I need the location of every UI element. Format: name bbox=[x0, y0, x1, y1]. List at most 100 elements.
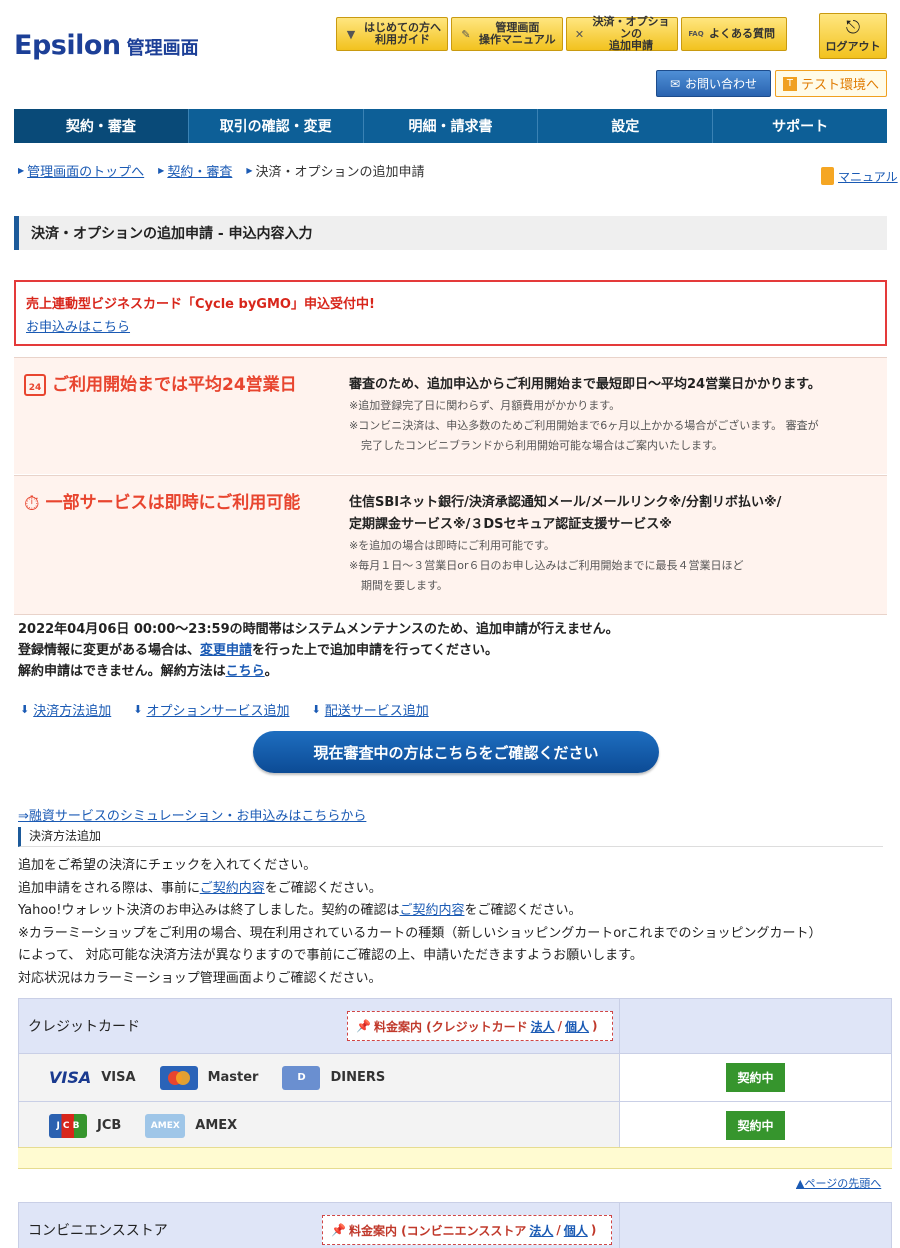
info-detail: 審査のため、追加申込からご利用開始まで最短即日～平均24営業日かかります。 ※追… bbox=[347, 358, 887, 474]
diners-logo-icon: D bbox=[282, 1065, 321, 1090]
notice-title: 売上連動型ビジネスカード「Cycle byGMO」申込受付中! bbox=[26, 297, 375, 312]
down-arrow-icon: ⬇ bbox=[311, 703, 321, 716]
cancellation-method-link[interactable]: こちら bbox=[226, 664, 265, 679]
breadcrumb-top-link[interactable]: 管理画面のトップへ bbox=[27, 161, 144, 180]
table-header: コンビニエンスストア 📌 料金案内 (コンビニエンスストア 法人 / 個人 ) bbox=[19, 1203, 891, 1248]
logout-label: ログアウト bbox=[825, 40, 881, 53]
nav-statements[interactable]: 明細・請求書 bbox=[364, 109, 539, 143]
header-right-cell bbox=[620, 1203, 891, 1248]
brand-name: JCB bbox=[97, 1118, 122, 1133]
nav-contract-review[interactable]: 契約・審査 bbox=[14, 109, 189, 143]
contact-label: お問い合わせ bbox=[685, 77, 758, 91]
breadcrumb-item[interactable]: ▶ 管理画面のトップへ bbox=[18, 161, 144, 180]
convenience-title: コンビニエンスストア bbox=[28, 1223, 168, 1239]
faq-button[interactable]: FAQ よくある質問 bbox=[681, 17, 787, 51]
nav-transactions[interactable]: 取引の確認・変更 bbox=[189, 109, 364, 143]
status-badge: 契約中 bbox=[726, 1111, 785, 1140]
info-note: ※毎月１日～３営業日or６日のお申し込みはご利用開始までに最長４営業日ほど bbox=[349, 559, 744, 572]
manual-link[interactable]: マニュアル bbox=[821, 167, 898, 185]
nav-support[interactable]: サポート bbox=[713, 109, 887, 143]
info-note: ※追加登録完了日に関わらず、月額費用がかかります。 bbox=[349, 399, 621, 412]
logout-button[interactable]: ⎋ ログアウト bbox=[819, 13, 887, 59]
amex-logo-icon: AMEX bbox=[145, 1113, 186, 1138]
page-title: 決済・オプションの追加申請 - 申込内容入力 bbox=[14, 216, 887, 250]
info-detail-title: 審査のため、追加申込からご利用開始まで最短即日～平均24営業日かかります。 bbox=[349, 377, 821, 392]
page-top-link[interactable]: ▲ページの先頭へ bbox=[796, 1175, 881, 1191]
price-close: ) bbox=[592, 1019, 598, 1033]
breadcrumb-contract-link[interactable]: 契約・審査 bbox=[167, 161, 232, 180]
mastercard-logo-icon bbox=[159, 1065, 198, 1090]
breadcrumb-arrow-icon: ▶ bbox=[18, 166, 25, 175]
table-footer-stripe bbox=[18, 1147, 892, 1169]
price-corporate-link[interactable]: 法人 bbox=[529, 1222, 553, 1239]
calendar-icon: 24 bbox=[24, 374, 46, 396]
test-env-button[interactable]: T テスト環境へ bbox=[775, 70, 887, 97]
faq-label: よくある質問 bbox=[709, 27, 775, 40]
help-buttons: ▼ はじめての方へ 利用ガイド ✎ 管理画面 操作マニュアル ✕ 決済・オプショ… bbox=[336, 16, 787, 52]
brand-name: AMEX bbox=[195, 1118, 238, 1133]
change-request-link[interactable]: 変更申請 bbox=[200, 643, 252, 658]
notice-link[interactable]: お申込みはこちら bbox=[26, 316, 875, 335]
info-note: ※コンビニ決済は、申込多数のためご利用開始まで6ヶ月以上かかる場合がございます。… bbox=[349, 419, 819, 432]
table-header: クレジットカード 📌 料金案内 (クレジットカード 法人 / 個人 ) bbox=[19, 999, 891, 1053]
manual-button[interactable]: ✎ 管理画面 操作マニュアル bbox=[451, 17, 563, 51]
campaign-notice: 売上連動型ビジネスカード「Cycle byGMO」申込受付中! お申込みはこちら bbox=[14, 280, 887, 346]
finance-service-link[interactable]: ⇒融資サービスのシミュレーション・お申込みはこちらから bbox=[18, 805, 366, 824]
desc-line: ※カラーミーショップをご利用の場合、現在利用されているカートの種類（新しいショッ… bbox=[18, 925, 822, 941]
breadcrumb: ▶ 管理画面のトップへ ▶ 契約・審査 ▶ 決済・オプションの追加申請 bbox=[18, 161, 425, 180]
down-arrow-icon: ⬇ bbox=[133, 703, 143, 716]
section-heading: 決済方法追加 bbox=[18, 827, 883, 847]
text: をご確認ください。 bbox=[264, 880, 382, 896]
price-guide-label: 料金案内 (クレジットカード bbox=[373, 1019, 528, 1034]
info-box-start-time: 24 ご利用開始までは平均24営業日 審査のため、追加申込からご利用開始まで最短… bbox=[14, 357, 887, 474]
anchor-delivery-service[interactable]: ⬇ 配送サービス追加 bbox=[311, 700, 428, 719]
pin-icon: 📌 bbox=[356, 1019, 371, 1033]
epsilon-logo[interactable]: Epsilon 管理画面 bbox=[14, 30, 199, 61]
contact-button[interactable]: ✉ お問い合わせ bbox=[656, 70, 771, 97]
contract-details-link[interactable]: ご契約内容 bbox=[399, 903, 464, 918]
info-detail: 住信SBIネット銀行/決済承認通知メール/メールリンク※/分割リボ払い※/ 定期… bbox=[347, 476, 887, 614]
info-detail-title: 定期課金サービス※/３DSセキュア認証支援サービス※ bbox=[349, 517, 672, 532]
logo-mark: Epsilon bbox=[14, 30, 121, 61]
tools-icon: ✕ bbox=[574, 27, 585, 41]
text: をご確認ください。 bbox=[464, 903, 582, 918]
anchor-label[interactable]: 決済方法追加 bbox=[33, 700, 111, 719]
text: 登録情報に変更がある場合は、 bbox=[18, 643, 201, 658]
nav-settings[interactable]: 設定 bbox=[538, 109, 714, 143]
credit-card-title: クレジットカード bbox=[28, 1019, 140, 1035]
brand-cell: J C B JCB AMEX AMEX bbox=[19, 1102, 620, 1149]
review-status-button[interactable]: 現在審査中の方はこちらをご確認ください bbox=[253, 731, 659, 773]
manual-link-label[interactable]: マニュアル bbox=[838, 168, 898, 185]
guide-button[interactable]: ▼ はじめての方へ 利用ガイド bbox=[336, 17, 448, 51]
maintenance-line: 2022年04月06日 00:00～23:59の時間帯はシステムメンテナンスのた… bbox=[18, 622, 619, 637]
credit-card-table: クレジットカード 📌 料金案内 (クレジットカード 法人 / 個人 ) VISA… bbox=[18, 998, 892, 1150]
maintenance-line: 登録情報に変更がある場合は、変更申請を行った上で追加申請を行ってください。 bbox=[18, 640, 619, 661]
guide-label: はじめての方へ 利用ガイド bbox=[364, 21, 441, 46]
price-guide-label: 料金案内 (コンビニエンスストア bbox=[348, 1223, 527, 1238]
breadcrumb-item[interactable]: ▶ 契約・審査 bbox=[158, 161, 232, 180]
faq-icon: FAQ bbox=[688, 30, 704, 38]
text: Yahoo!ウォレット決済のお申込みは終了しました。契約の確認は bbox=[18, 903, 400, 918]
info-note: 期間を要します。 bbox=[361, 579, 448, 592]
anchor-payment-method[interactable]: ⬇ 決済方法追加 bbox=[20, 700, 111, 719]
anchor-option-service[interactable]: ⬇ オプションサービス追加 bbox=[133, 700, 289, 719]
status-cell: 契約中 bbox=[620, 1054, 891, 1101]
table-row: J C B JCB AMEX AMEX 契約中 bbox=[19, 1101, 891, 1149]
add-application-button[interactable]: ✕ 決済・オプションの 追加申請 bbox=[566, 16, 678, 52]
anchor-label[interactable]: オプションサービス追加 bbox=[146, 700, 289, 719]
maintenance-line: 解約申請はできません。解約方法はこちら。 bbox=[18, 661, 619, 682]
contract-details-link[interactable]: ご契約内容 bbox=[200, 881, 265, 896]
brand-cell: VISA VISA Master D DINERS bbox=[19, 1054, 620, 1101]
price-individual-link[interactable]: 個人 bbox=[564, 1222, 588, 1239]
table-row: VISA VISA Master D DINERS 契約中 bbox=[19, 1053, 891, 1101]
anchor-label[interactable]: 配送サービス追加 bbox=[325, 700, 429, 719]
text: を行った上で追加申請を行ってください。 bbox=[252, 643, 498, 658]
header-right-cell bbox=[620, 999, 891, 1053]
info-heading-text: 一部サービスは即時にご利用可能 bbox=[45, 493, 301, 513]
desc-line: Yahoo!ウォレット決済のお申込みは終了しました。契約の確認はご契約内容をご確… bbox=[18, 900, 822, 923]
info-note: ※を追加の場合は即時にご利用可能です。 bbox=[349, 539, 555, 552]
logo-subtitle: 管理画面 bbox=[126, 38, 199, 59]
price-corporate-link[interactable]: 法人 bbox=[531, 1018, 555, 1035]
price-individual-link[interactable]: 個人 bbox=[565, 1018, 589, 1035]
price-separator: / bbox=[557, 1019, 563, 1033]
